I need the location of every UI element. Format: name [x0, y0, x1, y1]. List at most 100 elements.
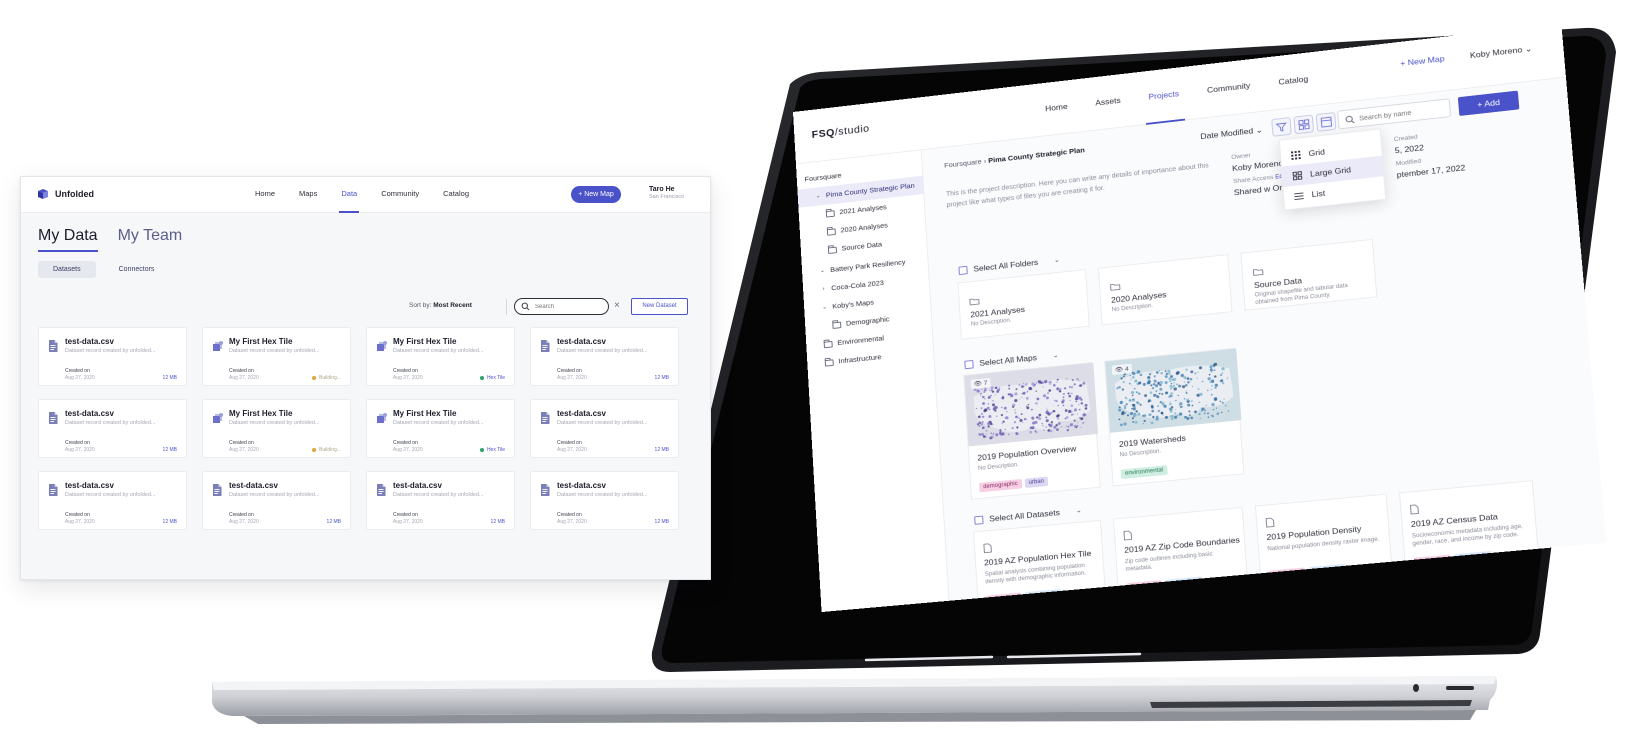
nav-home[interactable]: Home: [243, 177, 287, 213]
project-search[interactable]: [1337, 98, 1451, 129]
dataset-meta-text: 12 MB: [491, 519, 505, 525]
studio-nav-home[interactable]: Home: [1030, 79, 1084, 138]
checkbox[interactable]: [964, 360, 973, 369]
nav-community[interactable]: Community: [369, 177, 431, 213]
new-map-button[interactable]: + New Map: [571, 186, 621, 203]
dataset-description: Dataset record created by unfolded...: [393, 348, 484, 354]
tab-my-data[interactable]: My Data: [38, 227, 98, 252]
checkbox[interactable]: [958, 265, 967, 274]
dataset-card[interactable]: test-data.csv Dataset record created by u…: [530, 471, 679, 530]
map-title: 2019 Watersheds: [1119, 433, 1187, 449]
tag-badge[interactable]: demographic: [979, 479, 1022, 492]
chevron-right-icon[interactable]: ›: [820, 280, 827, 299]
list-icon: [1294, 191, 1304, 200]
file-icon: [48, 411, 58, 423]
user-profile[interactable]: Taro He San Francisco: [649, 186, 684, 200]
filter-icon: [1272, 118, 1290, 136]
created-label: Created on: [65, 368, 90, 374]
chevron-down-icon[interactable]: ⌄: [815, 187, 822, 206]
sort-control[interactable]: Sort by: Most Recent: [409, 302, 472, 309]
select-all-datasets[interactable]: Select All Datasets ⌄: [974, 505, 1082, 524]
dataset-meta: 12 MB: [655, 447, 669, 453]
created-date: Aug 27, 2020: [557, 519, 587, 525]
project-search-input[interactable]: [1359, 104, 1446, 123]
checkbox[interactable]: [974, 515, 983, 524]
search-icon: [521, 302, 530, 311]
eye-icon: 👁: [974, 380, 984, 387]
dataset-description: Dataset record created by unfolded...: [229, 492, 320, 498]
sort-date-modified[interactable]: Date Modified ⌄: [1200, 125, 1263, 142]
tag-badge[interactable]: environmental: [1121, 465, 1168, 479]
chevron-down-icon: ⌄: [1255, 125, 1263, 135]
studio-new-map-button[interactable]: + New Map: [1400, 54, 1445, 68]
studio-user-menu[interactable]: Koby Moreno ⌄: [1470, 44, 1533, 61]
dataset-search[interactable]: [514, 298, 609, 315]
dataset-card[interactable]: test-data.csv Dataset record created by u…: [38, 399, 187, 458]
tab-my-team[interactable]: My Team: [118, 227, 183, 252]
chevron-down-icon[interactable]: ⌄: [821, 298, 828, 317]
dataset-meta: Building...: [312, 447, 341, 453]
large-grid-view-button[interactable]: [1293, 115, 1314, 135]
nav-maps[interactable]: Maps: [287, 177, 329, 213]
folder-card[interactable]: 2020 Analyses No Description.: [1098, 254, 1233, 325]
dataset-card[interactable]: test-data.csv Dataset record created by u…: [38, 471, 187, 530]
dataset-search-input[interactable]: [535, 302, 601, 312]
chevron-down-icon: ⌄: [1053, 351, 1059, 359]
dataset-title: My First Hex Tile: [229, 337, 292, 346]
status-dot-icon: [312, 448, 316, 452]
dataset-card[interactable]: My First Hex Tile Dataset record created …: [202, 399, 351, 458]
select-all-folders[interactable]: Select All Folders ⌄: [958, 255, 1060, 275]
dataset-card[interactable]: My First Hex Tile Dataset record created …: [202, 327, 351, 386]
dataset-title: test-data.csv: [557, 409, 606, 418]
project-sidebar: Foursquare ⌄ Pima County Strategic Plan 202…: [796, 150, 950, 612]
map-card[interactable]: 👁 4 2019 Watersheds No Description. environ…: [1104, 348, 1244, 487]
map-tags: demographic urban: [979, 477, 1048, 493]
dataset-card[interactable]: test-data.csv Dataset record created by u…: [38, 327, 187, 386]
grid-icon: [1291, 150, 1301, 159]
dataset-meta: 12 MB: [163, 519, 177, 525]
nav-catalog[interactable]: Catalog: [431, 177, 481, 213]
dataset-card[interactable]: test-data.csv Dataset record created by u…: [202, 471, 351, 530]
folder-icon: [828, 246, 837, 253]
hex-tile-icon: [376, 411, 386, 423]
dataset-card[interactable]: test-data.csv Dataset record created by u…: [530, 399, 679, 458]
dataset-meta-text: Building...: [319, 375, 341, 381]
add-button[interactable]: + Add: [1458, 91, 1520, 116]
data-subtabs: Datasets Connectors: [38, 261, 169, 278]
dataset-card[interactable]: My First Hex Tile Dataset record created …: [366, 327, 515, 386]
studio-nav-community[interactable]: Community: [1191, 58, 1266, 120]
studio-logo[interactable]: FSQ/studio: [811, 123, 870, 140]
studio-nav-catalog[interactable]: Catalog: [1262, 51, 1324, 111]
chevron-down-icon[interactable]: ⌄: [819, 262, 826, 281]
folder-card[interactable]: Source Data Original shapefile and tabula…: [1240, 239, 1377, 311]
created-date: Aug 27, 2020: [65, 519, 95, 525]
dataset-card[interactable]: test-data.csv Dataset record created by u…: [366, 471, 515, 530]
dataset-card[interactable]: My First Hex Tile Dataset record created …: [366, 399, 515, 458]
created-date: Aug 27, 2020: [557, 375, 587, 381]
eye-icon: 👁: [1115, 366, 1126, 374]
data-tabs: My Data My Team: [38, 227, 182, 252]
panel-view-button[interactable]: [1316, 112, 1337, 132]
map-card[interactable]: 👁 7 2019 Population Overview No Descriptio…: [963, 362, 1100, 500]
clear-search-icon[interactable]: ×: [614, 300, 620, 312]
dataset-meta-text: Hex Tile: [487, 375, 505, 381]
dataset-card[interactable]: test-data.csv Dataset record created by u…: [530, 327, 679, 386]
dataset-meta: 12 MB: [163, 375, 177, 381]
file-icon: [540, 483, 550, 495]
chevron-down-icon: ⌄: [1076, 506, 1082, 514]
breadcrumb-root[interactable]: Foursquare: [944, 157, 982, 169]
dataset-description: Dataset record created by unfolded...: [557, 492, 648, 498]
subtab-connectors[interactable]: Connectors: [104, 261, 170, 278]
created-date: Aug 27, 2020: [229, 447, 259, 453]
subtab-datasets[interactable]: Datasets: [38, 261, 96, 278]
tag-badge[interactable]: urban: [1024, 477, 1048, 489]
unfolded-logo[interactable]: Unfolded: [37, 188, 94, 200]
dataset-description: Dataset record created by unfolded...: [393, 420, 484, 426]
nav-data[interactable]: Data: [329, 177, 369, 213]
new-dataset-button[interactable]: New Dataset: [631, 298, 688, 315]
studio-nav-projects[interactable]: Projects: [1133, 66, 1195, 126]
filter-button[interactable]: [1271, 117, 1292, 137]
dataset-description: Dataset record created by unfolded...: [65, 492, 156, 498]
studio-nav-assets[interactable]: Assets: [1080, 73, 1137, 132]
folder-card[interactable]: 2021 Analyses No Description.: [957, 269, 1089, 340]
